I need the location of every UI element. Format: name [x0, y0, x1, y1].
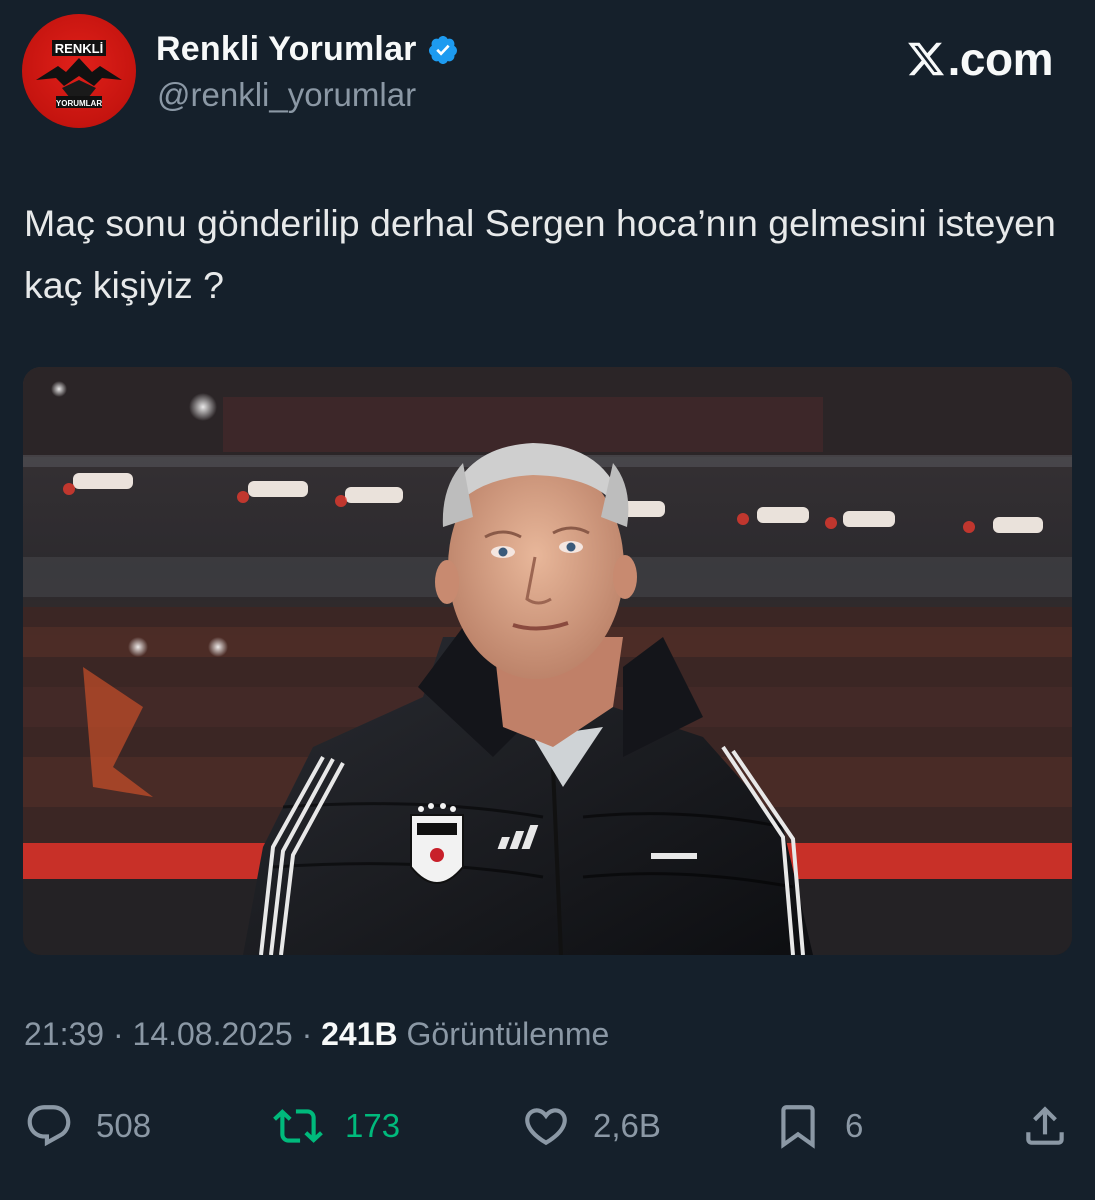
bookmark-button[interactable]: 6	[773, 1096, 863, 1156]
reply-count: 508	[96, 1107, 152, 1144]
renkli-logo-icon: RENKLİ YORUMLAR	[36, 40, 122, 108]
verified-badge-icon	[428, 35, 457, 64]
share-icon	[1026, 1106, 1064, 1145]
brand-label: .com	[947, 33, 1054, 85]
tweet-meta: 21:39 · 14.08.2025 · 241B Görüntülenme	[24, 1016, 609, 1053]
handle[interactable]: @renkli_yorumlar	[157, 76, 416, 114]
retweet-button[interactable]: 173	[273, 1096, 400, 1156]
display-name[interactable]: Renkli Yorumlar	[156, 30, 417, 69]
brand-watermark: .com	[906, 32, 1054, 86]
share-button[interactable]	[1020, 1096, 1070, 1156]
avatar[interactable]: RENKLİ YORUMLAR	[22, 14, 136, 128]
tweet-date[interactable]: 14.08.2025	[133, 1016, 293, 1052]
bookmark-icon	[781, 1105, 815, 1149]
x-logo-icon	[907, 42, 944, 76]
meta-separator: ·	[301, 1016, 313, 1052]
views-label: Görüntülenme	[406, 1016, 610, 1052]
reply-icon	[27, 1105, 71, 1147]
meta-separator: ·	[112, 1016, 124, 1052]
tweet-image[interactable]	[23, 367, 1072, 955]
bjk-crest-icon	[410, 803, 464, 884]
avatar-logo-text-bottom: YORUMLAR	[56, 99, 102, 108]
views-count: 241B	[321, 1016, 398, 1052]
bookmark-count: 6	[845, 1107, 864, 1144]
tweet-time[interactable]: 21:39	[24, 1016, 104, 1052]
tweet-text: Maç sonu gönderilip derhal Sergen hoca’n…	[24, 202, 1056, 306]
heart-icon	[525, 1108, 567, 1146]
reply-button[interactable]: 508	[24, 1096, 151, 1156]
avatar-logo-text-top: RENKLİ	[55, 41, 103, 56]
retweet-icon	[273, 1109, 323, 1143]
name-row: Renkli Yorumlar	[156, 30, 459, 69]
like-count: 2,6B	[593, 1107, 661, 1144]
retweet-count: 173	[345, 1107, 401, 1144]
like-button[interactable]: 2,6B	[521, 1096, 661, 1156]
action-bar: 508 173 2,6B 6	[0, 1096, 1095, 1156]
stadium-photo	[23, 367, 1072, 955]
